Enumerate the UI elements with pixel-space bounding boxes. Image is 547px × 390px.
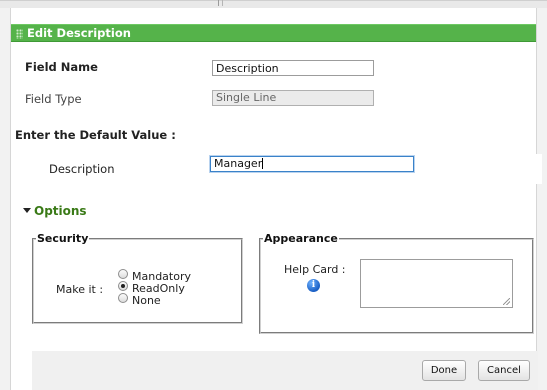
none-label: None	[132, 294, 161, 307]
dialog-footer: Done Cancel	[32, 351, 538, 390]
default-value-text: Manager	[214, 157, 263, 170]
divider	[218, 0, 219, 6]
field-type-label: Field Type	[25, 92, 82, 106]
field-type-value: Single Line	[212, 90, 374, 106]
info-icon[interactable]: i	[307, 279, 320, 292]
field-name-input[interactable]	[212, 60, 374, 76]
appearance-legend: Appearance	[264, 232, 338, 245]
security-legend: Security	[37, 232, 89, 245]
resize-grip-icon[interactable]	[503, 298, 510, 305]
help-card-label: Help Card :	[284, 263, 346, 276]
options-toggle[interactable]: Options	[23, 204, 87, 218]
edit-description-dialog: Edit Description Field Name Field Type S…	[10, 8, 542, 390]
default-value-input[interactable]: Manager	[210, 156, 414, 172]
field-name-label: Field Name	[25, 60, 98, 74]
radio-readonly[interactable]	[118, 281, 128, 291]
background-strip	[0, 0, 547, 8]
radio-none[interactable]	[118, 293, 128, 303]
radio-mandatory[interactable]	[118, 269, 128, 279]
help-card-textarea[interactable]	[360, 259, 513, 308]
default-value-heading: Enter the Default Value :	[15, 128, 176, 142]
text-caret	[262, 158, 264, 169]
divider	[0, 0, 547, 1]
cancel-button[interactable]: Cancel	[478, 360, 530, 381]
options-title: Options	[34, 204, 87, 218]
done-button[interactable]: Done	[422, 360, 466, 381]
triangle-down-icon	[23, 208, 31, 213]
divider	[222, 0, 223, 6]
make-it-label: Make it :	[56, 283, 104, 296]
drag-grip-icon[interactable]	[16, 29, 23, 39]
dialog-titlebar[interactable]: Edit Description	[11, 24, 536, 42]
default-value-label: Description	[49, 162, 115, 176]
dialog-title: Edit Description	[27, 26, 131, 40]
